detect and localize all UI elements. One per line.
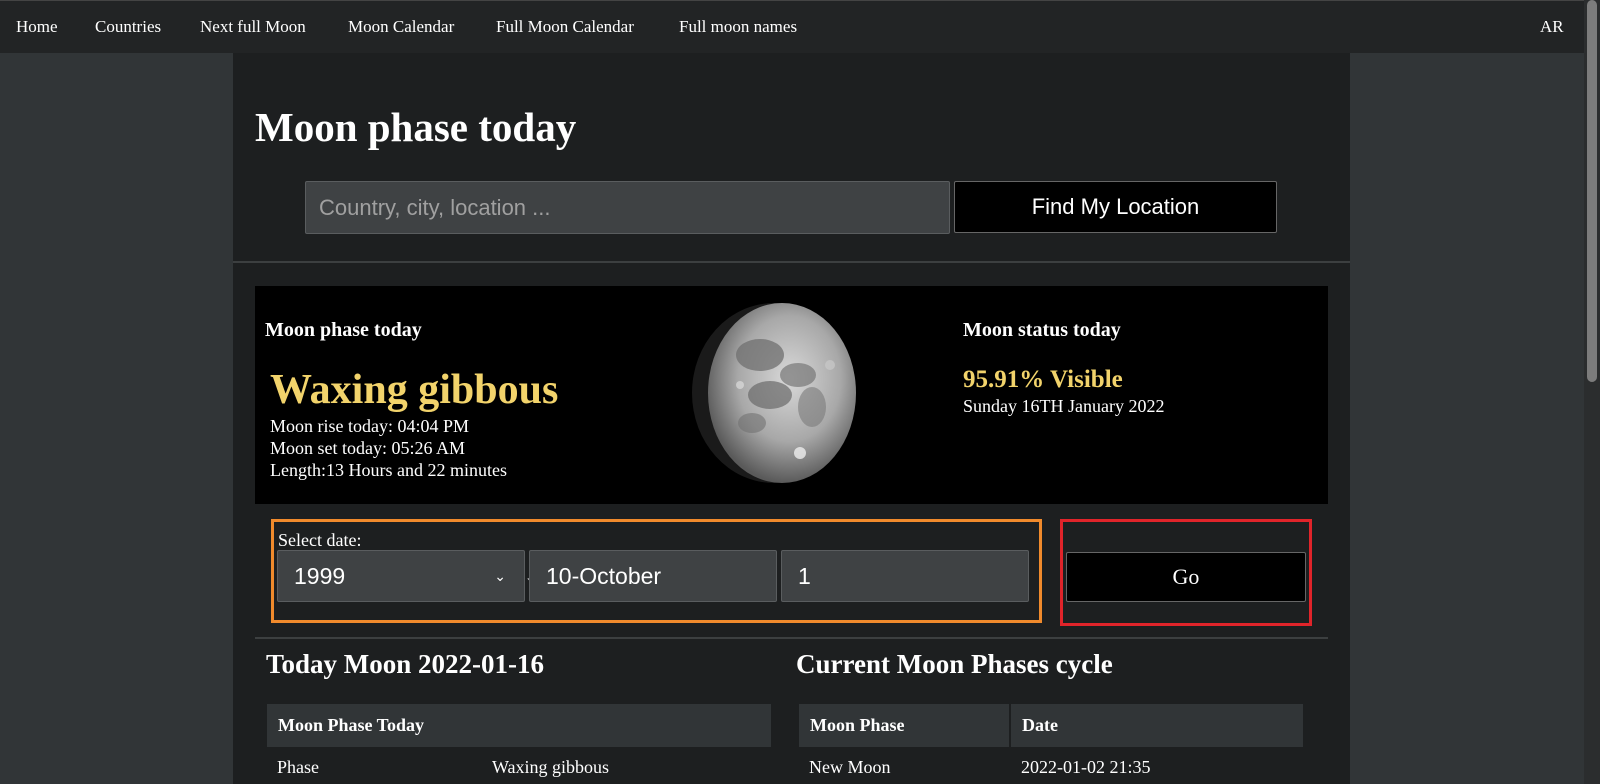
table-row: Phase Waxing gibbous xyxy=(266,748,772,784)
moon-cycle-title: Current Moon Phases cycle xyxy=(796,649,1113,679)
nav-moon-calendar[interactable]: Moon Calendar xyxy=(348,17,454,37)
year-select[interactable]: 1999 ⌄ xyxy=(277,550,525,602)
go-button-frame: Go xyxy=(1060,519,1312,626)
moon-phase-hero: Moon phase today Waxing gibbous Moon ris… xyxy=(255,286,1328,504)
select-date-label: Select date: xyxy=(278,530,362,550)
moon-rise-text: Moon rise today: 04:04 PM xyxy=(270,416,470,436)
language-switch[interactable]: AR xyxy=(1540,17,1564,37)
table-cell-phase: New Moon xyxy=(809,757,891,777)
nav-next-full-moon[interactable]: Next full Moon xyxy=(200,17,306,37)
nav-countries[interactable]: Countries xyxy=(95,17,161,37)
nav-home[interactable]: Home xyxy=(16,17,58,37)
nav-full-moon-names[interactable]: Full moon names xyxy=(679,17,797,37)
moon-status-label: Moon status today xyxy=(963,319,1121,341)
moon-set-text: Moon set today: 05:26 AM xyxy=(270,438,466,458)
top-navigation: Home Countries Next full Moon Moon Calen… xyxy=(0,0,1584,53)
moon-length-text: Length:13 Hours and 22 minutes xyxy=(270,460,507,480)
moon-image xyxy=(692,303,856,483)
section-divider-2 xyxy=(255,637,1328,639)
day-value: 1 xyxy=(798,563,811,589)
month-value: 10-October xyxy=(546,563,662,589)
table-cell-key: Phase xyxy=(277,757,319,777)
current-date: Sunday 16TH January 2022 xyxy=(963,396,1165,416)
table-cell-date: 2022-01-02 21:35 xyxy=(1021,757,1151,777)
find-my-location-button[interactable]: Find My Location xyxy=(954,181,1277,233)
table-header-row: Moon Phase Today xyxy=(265,702,773,749)
location-search-input[interactable] xyxy=(305,181,950,234)
table-header-row: Moon Phase Date xyxy=(797,702,1305,749)
table-header-phase: Moon Phase xyxy=(797,702,1011,749)
moon-phase-label: Moon phase today xyxy=(265,319,422,341)
visibility-percent: 95.91% Visible xyxy=(963,366,1123,393)
table-header-date: Date xyxy=(1009,702,1305,749)
year-value: 1999 xyxy=(294,563,346,589)
nav-full-moon-calendar[interactable]: Full Moon Calendar xyxy=(496,17,634,37)
scrollbar-thumb[interactable] xyxy=(1587,0,1597,382)
section-divider xyxy=(233,261,1350,263)
phase-name: Waxing gibbous xyxy=(270,367,559,413)
today-moon-table: Moon Phase Today Phase Waxing gibbous xyxy=(265,702,773,784)
table-header: Moon Phase Today xyxy=(265,702,773,749)
chevron-down-icon: ⌄ xyxy=(494,568,506,584)
page-title: Moon phase today xyxy=(255,104,577,150)
today-moon-title: Today Moon 2022-01-16 xyxy=(266,649,545,679)
day-input[interactable]: 1 xyxy=(781,550,1029,602)
main-content: Moon phase today Find My Location Moon p… xyxy=(233,53,1350,784)
go-button[interactable]: Go xyxy=(1066,552,1306,602)
date-selector: Select date: 1999 ⌄ ⌄ 10-October 1 xyxy=(271,519,1042,623)
page-scrollbar[interactable] xyxy=(1584,0,1600,784)
moon-cycle-table: Moon Phase Date New Moon 2022-01-02 21:3… xyxy=(797,702,1305,784)
month-select[interactable]: 10-October xyxy=(529,550,777,602)
table-cell-value: Waxing gibbous xyxy=(492,757,610,777)
table-row: New Moon 2022-01-02 21:35 xyxy=(798,748,1304,784)
